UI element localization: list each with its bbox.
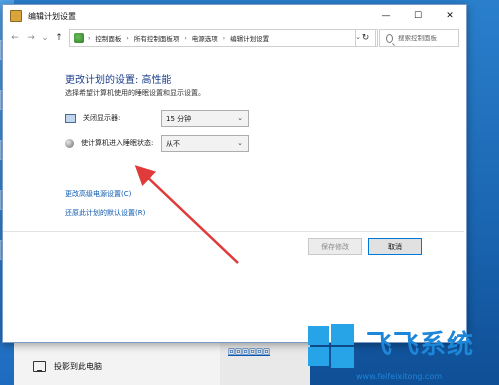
- watermark: 飞飞系统 www.feifeixitong.com: [300, 320, 499, 385]
- refresh-icon[interactable]: ↻: [355, 29, 376, 47]
- background-partial-link[interactable]: 回回回回回回: [228, 347, 270, 357]
- chevron-down-icon: ⌄: [237, 139, 243, 147]
- breadcrumb-power-options[interactable]: 电源选项: [192, 33, 218, 43]
- page-title: 更改计划的设置: 高性能: [65, 75, 172, 86]
- turn-off-display-value: 15 分钟: [166, 114, 192, 123]
- project-to-pc-item[interactable]: 投影到此电脑: [33, 361, 102, 372]
- sleep-row: 使计算机进入睡眠状态:: [65, 138, 153, 148]
- control-panel-icon: [10, 10, 22, 22]
- restore-defaults-link[interactable]: 还原此计划的默认设置(R): [65, 208, 145, 218]
- turn-off-display-label: 关闭显示器:: [83, 114, 121, 122]
- monitor-icon: [33, 361, 46, 372]
- breadcrumb-separator: ›: [88, 34, 91, 42]
- breadcrumb-all-items[interactable]: 所有控制面板项: [134, 33, 180, 43]
- search-box[interactable]: [379, 29, 459, 47]
- watermark-text: 飞飞系统: [366, 330, 475, 360]
- title-bar: 编辑计划设置 — ☐ ✕: [3, 5, 466, 27]
- up-arrow-icon[interactable]: ↑: [53, 33, 65, 43]
- footer-divider: [3, 231, 464, 232]
- maximize-button[interactable]: ☐: [402, 5, 434, 27]
- search-icon: [386, 33, 393, 43]
- sleep-label: 使计算机进入睡眠状态:: [81, 139, 154, 147]
- search-input[interactable]: [398, 34, 458, 42]
- window-controls: — ☐ ✕: [370, 5, 466, 27]
- minimize-button[interactable]: —: [370, 5, 402, 27]
- edit-plan-settings-window: 编辑计划设置 — ☐ ✕ ← → ⌄ ↑ › 控制面板 › 所有控制面板项 › …: [2, 4, 467, 343]
- turn-off-display-row: 关闭显示器:: [65, 113, 171, 123]
- breadcrumb-separator: ›: [126, 34, 129, 42]
- sleep-select[interactable]: 从不 ⌄: [161, 135, 249, 152]
- watermark-url: www.feifeixitong.com: [356, 372, 443, 381]
- navigation-bar: ← → ⌄ ↑ › 控制面板 › 所有控制面板项 › 电源选项 › 编辑计划设置…: [3, 27, 466, 49]
- breadcrumb-edit-plan[interactable]: 编辑计划设置: [230, 33, 269, 43]
- save-changes-button[interactable]: 保存修改: [308, 238, 362, 255]
- breadcrumb-separator: ›: [184, 34, 187, 42]
- chevron-down-icon: ⌄: [237, 114, 243, 122]
- window-title: 编辑计划设置: [28, 11, 76, 21]
- windows-logo: [308, 324, 354, 368]
- close-button[interactable]: ✕: [434, 5, 466, 27]
- turn-off-display-select[interactable]: 15 分钟 ⌄: [161, 110, 249, 127]
- advanced-power-settings-link[interactable]: 更改高级电源设置(C): [65, 189, 131, 199]
- monitor-icon: [65, 113, 76, 123]
- breadcrumb-control-panel[interactable]: 控制面板: [95, 33, 121, 43]
- main-content: 更改计划的设置: 高性能 选择希望计算机使用的睡眠设置和显示设置。 关闭显示器:…: [3, 49, 466, 342]
- cancel-button[interactable]: 取消: [368, 238, 422, 255]
- back-icon[interactable]: ←: [9, 33, 21, 43]
- page-description: 选择希望计算机使用的睡眠设置和显示设置。: [65, 89, 205, 97]
- sleep-value: 从不: [166, 139, 180, 148]
- forward-icon[interactable]: →: [25, 33, 37, 43]
- address-bar[interactable]: › 控制面板 › 所有控制面板项 › 电源选项 › 编辑计划设置 ⌄: [69, 29, 378, 47]
- moon-icon: [65, 138, 74, 148]
- control-panel-location-icon: [74, 33, 84, 43]
- project-to-pc-label: 投影到此电脑: [54, 362, 102, 371]
- recent-locations-chevron-icon[interactable]: ⌄: [39, 33, 51, 43]
- breadcrumb-separator: ›: [222, 34, 226, 42]
